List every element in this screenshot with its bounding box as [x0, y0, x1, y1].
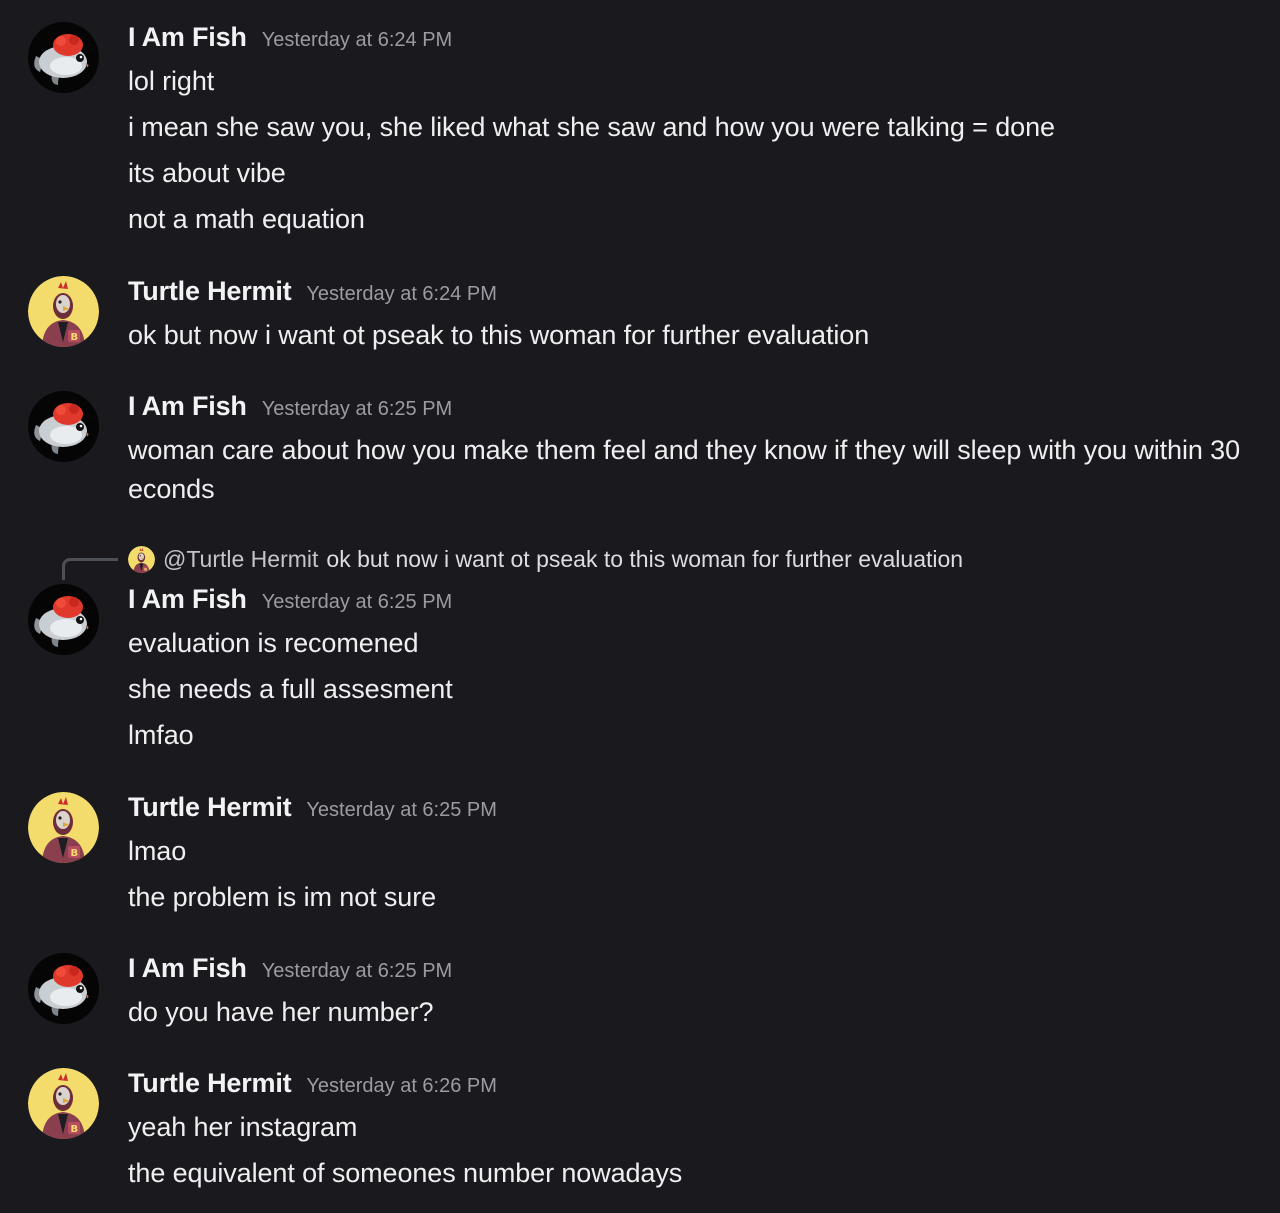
- message-text: she needs a full assesment: [128, 674, 453, 704]
- reply-spine: [62, 558, 118, 580]
- message-text: not a math equation: [128, 204, 365, 234]
- message-text: its about vibe: [128, 158, 286, 188]
- message-header: I Am Fish Yesterday at 6:24 PM: [128, 22, 1262, 58]
- username[interactable]: I Am Fish: [128, 391, 247, 422]
- timestamp[interactable]: Yesterday at 6:24 PM: [262, 29, 453, 52]
- timestamp[interactable]: Yesterday at 6:25 PM: [262, 591, 453, 614]
- message-text: i mean she saw you, she liked what she s…: [128, 112, 1055, 142]
- message-text: woman care about how you make them feel …: [128, 435, 1240, 504]
- message-header: Turtle Hermit Yesterday at 6:26 PM: [128, 1068, 1262, 1104]
- message-text: yeah her instagram: [128, 1112, 358, 1142]
- reply-preview[interactable]: @Turtle Hermit ok but now i want ot psea…: [128, 544, 963, 574]
- message-header: Turtle Hermit Yesterday at 6:24 PM: [128, 276, 1262, 312]
- username[interactable]: Turtle Hermit: [128, 276, 292, 307]
- message-header: I Am Fish Yesterday at 6:25 PM: [128, 953, 1262, 989]
- username[interactable]: I Am Fish: [128, 584, 247, 615]
- message-text: do you have her number?: [128, 997, 434, 1027]
- goldfish-avatar[interactable]: [28, 22, 99, 93]
- goldfish-avatar[interactable]: [28, 953, 99, 1024]
- timestamp[interactable]: Yesterday at 6:26 PM: [306, 1075, 497, 1098]
- reply-mention[interactable]: @Turtle Hermit: [163, 546, 318, 573]
- username[interactable]: I Am Fish: [128, 22, 247, 53]
- message-text: lmfao: [128, 720, 194, 750]
- timestamp[interactable]: Yesterday at 6:25 PM: [262, 398, 453, 421]
- rooster-mask-avatar[interactable]: [28, 1068, 99, 1139]
- username[interactable]: Turtle Hermit: [128, 792, 292, 823]
- timestamp[interactable]: Yesterday at 6:25 PM: [262, 960, 453, 983]
- timestamp[interactable]: Yesterday at 6:24 PM: [306, 283, 497, 306]
- message-text: the problem is im not sure: [128, 882, 437, 912]
- message-text: ok but now i want ot pseak to this woman…: [128, 320, 870, 350]
- message-header: I Am Fish Yesterday at 6:25 PM: [128, 391, 1262, 427]
- username[interactable]: I Am Fish: [128, 953, 247, 984]
- message-text: evaluation is recomened: [128, 628, 419, 658]
- message-text: the equivalent of someones number nowada…: [128, 1158, 683, 1188]
- goldfish-avatar[interactable]: [28, 391, 99, 462]
- timestamp[interactable]: Yesterday at 6:25 PM: [306, 799, 497, 822]
- message-text: lol right: [128, 66, 215, 96]
- rooster-mask-avatar[interactable]: [28, 276, 99, 347]
- rooster-mask-avatar: [128, 546, 155, 573]
- rooster-mask-avatar[interactable]: [28, 792, 99, 863]
- message-text: lmao: [128, 836, 187, 866]
- message-header: I Am Fish Yesterday at 6:25 PM: [128, 584, 1262, 620]
- goldfish-avatar[interactable]: [28, 584, 99, 655]
- message-header: Turtle Hermit Yesterday at 6:25 PM: [128, 792, 1262, 828]
- reply-text[interactable]: ok but now i want ot pseak to this woman…: [326, 546, 963, 573]
- username[interactable]: Turtle Hermit: [128, 1068, 292, 1099]
